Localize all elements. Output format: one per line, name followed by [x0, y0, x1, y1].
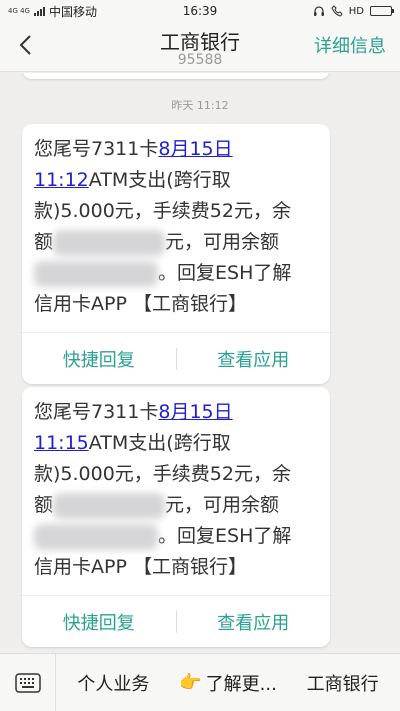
back-button[interactable]: [10, 28, 40, 62]
conversation-header: 工商银行 95588 详细信息: [0, 22, 400, 72]
message-bubble[interactable]: 您尾号7311卡8月15日 11:15ATM支出(跨行取 款)5.000元，手续…: [22, 387, 330, 647]
network-type: 4G 4G: [8, 6, 30, 15]
redacted-balance: [34, 523, 158, 550]
headset-icon: [313, 6, 324, 16]
menu-icbc[interactable]: 工商银行: [285, 670, 400, 696]
message-timestamp: 昨天 11:12: [171, 99, 229, 112]
keyboard-toggle-button[interactable]: [0, 653, 56, 711]
redacted-amount: [53, 229, 166, 256]
menu-learn-more[interactable]: 👉 了解更...: [171, 670, 286, 696]
previous-message-bubble: [22, 73, 330, 79]
status-right: HD: [313, 5, 394, 17]
battery-icon: [370, 6, 394, 16]
status-left: 4G 4G 中国移动: [8, 3, 313, 20]
view-app-button[interactable]: 查看应用: [177, 346, 331, 372]
pointing-hand-icon: 👉: [179, 672, 202, 693]
phone-icon: [331, 5, 343, 17]
message-actions: 快捷回复 查看应用: [22, 332, 330, 384]
view-app-button[interactable]: 查看应用: [177, 609, 331, 635]
time-link[interactable]: 11:15: [34, 432, 89, 454]
service-menu-bar: 个人业务 👉 了解更... 工商银行: [0, 653, 400, 711]
hd-tag: HD: [348, 5, 364, 17]
message-actions: 快捷回复 查看应用: [22, 595, 330, 647]
quick-reply-button[interactable]: 快捷回复: [22, 609, 176, 635]
menu-personal-banking[interactable]: 个人业务: [56, 670, 171, 696]
signal-icon: [33, 6, 45, 16]
quick-reply-button[interactable]: 快捷回复: [22, 346, 176, 372]
message-text: 您尾号7311卡8月15日 11:15ATM支出(跨行取 款)5.000元，手续…: [34, 401, 292, 578]
message-list[interactable]: 昨天 11:12 您尾号7311卡8月15日 11:12ATM支出(跨行取 款)…: [0, 73, 400, 653]
time-link[interactable]: 11:12: [34, 169, 89, 191]
date-link[interactable]: 8月15日: [158, 401, 232, 423]
details-button[interactable]: 详细信息: [314, 32, 386, 58]
message-text: 您尾号7311卡8月15日 11:12ATM支出(跨行取 款)5.000元，手续…: [34, 138, 292, 315]
date-link[interactable]: 8月15日: [158, 138, 232, 160]
keyboard-icon: [14, 672, 41, 693]
redacted-balance: [34, 260, 158, 287]
chevron-left-icon: [19, 35, 31, 55]
carrier-name: 中国移动: [48, 4, 97, 19]
status-bar: 4G 4G 中国移动 16:39 HD: [0, 0, 400, 22]
message-bubble[interactable]: 您尾号7311卡8月15日 11:12ATM支出(跨行取 款)5.000元，手续…: [22, 124, 330, 384]
redacted-amount: [53, 492, 166, 519]
